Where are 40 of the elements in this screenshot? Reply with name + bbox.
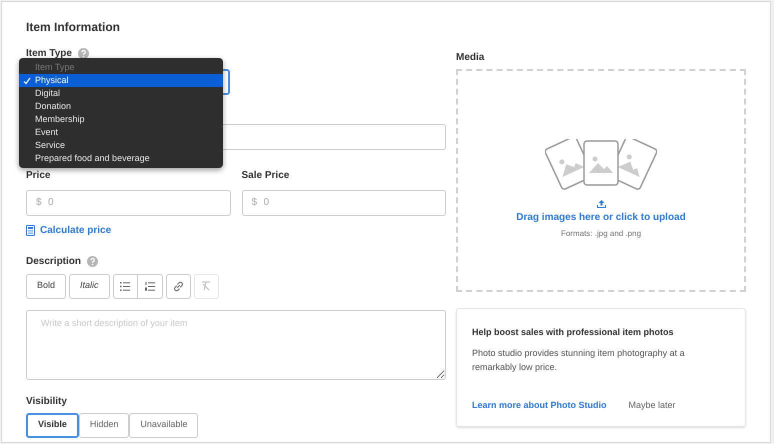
visibility-tab[interactable]: Hidden [78,412,130,438]
menu-item[interactable]: Prepared food and beverage [19,152,223,165]
currency-symbol: $ [252,196,258,210]
calculate-price-link[interactable]: Calculate price [26,222,112,238]
menu-item[interactable]: Membership [19,113,223,126]
section-title: Item Information [26,19,122,36]
field-label: Description [26,254,82,268]
bullet-list-button[interactable] [112,274,138,298]
visibility-tab[interactable]: Unavailable [129,412,198,438]
italic-button[interactable]: Italic [69,274,110,298]
menu-item[interactable]: Donation [19,100,223,113]
clear-format-icon [201,281,212,291]
field-label: Sale Price [242,169,290,183]
upload-icon [596,200,606,208]
field-label: Item Type [26,47,72,61]
field-label: Media [456,51,486,65]
promo-title: Help boost sales with professional item photos [472,326,675,339]
promo-text: Photo studio provides stunning item photography at a remarkably low price. [472,346,686,374]
check-icon [23,77,31,85]
menu-item[interactable]: Physical [19,74,223,87]
visibility-tab[interactable]: Visible [26,412,79,438]
upload-link[interactable]: Drag images here or click to upload [516,210,686,225]
formats-note: Formats: .jpg and .png [560,228,642,240]
bold-button[interactable]: Bold [26,274,66,298]
menu-item[interactable]: Event [19,126,223,139]
numbered-list-button[interactable] [138,274,163,298]
numbered-list-icon [144,282,155,290]
field-label: Price [26,169,52,183]
link-button[interactable] [166,274,191,298]
upload-dropzone[interactable]: Drag images here or click to upload Formats: .jpg and .png [456,69,746,292]
menu-header: Item Type [34,61,76,74]
bullet-list-icon [120,282,130,290]
field-label: Visibility [26,394,68,408]
currency-symbol: $ [36,196,42,210]
menu-item[interactable]: Service [19,139,223,152]
link-icon [172,280,184,292]
menu-item[interactable]: Digital [19,87,223,100]
maybe-later-button[interactable]: Maybe later [628,398,676,412]
calculator-icon [26,224,35,236]
learn-more-link[interactable]: Learn more about Photo Studio [472,398,606,412]
